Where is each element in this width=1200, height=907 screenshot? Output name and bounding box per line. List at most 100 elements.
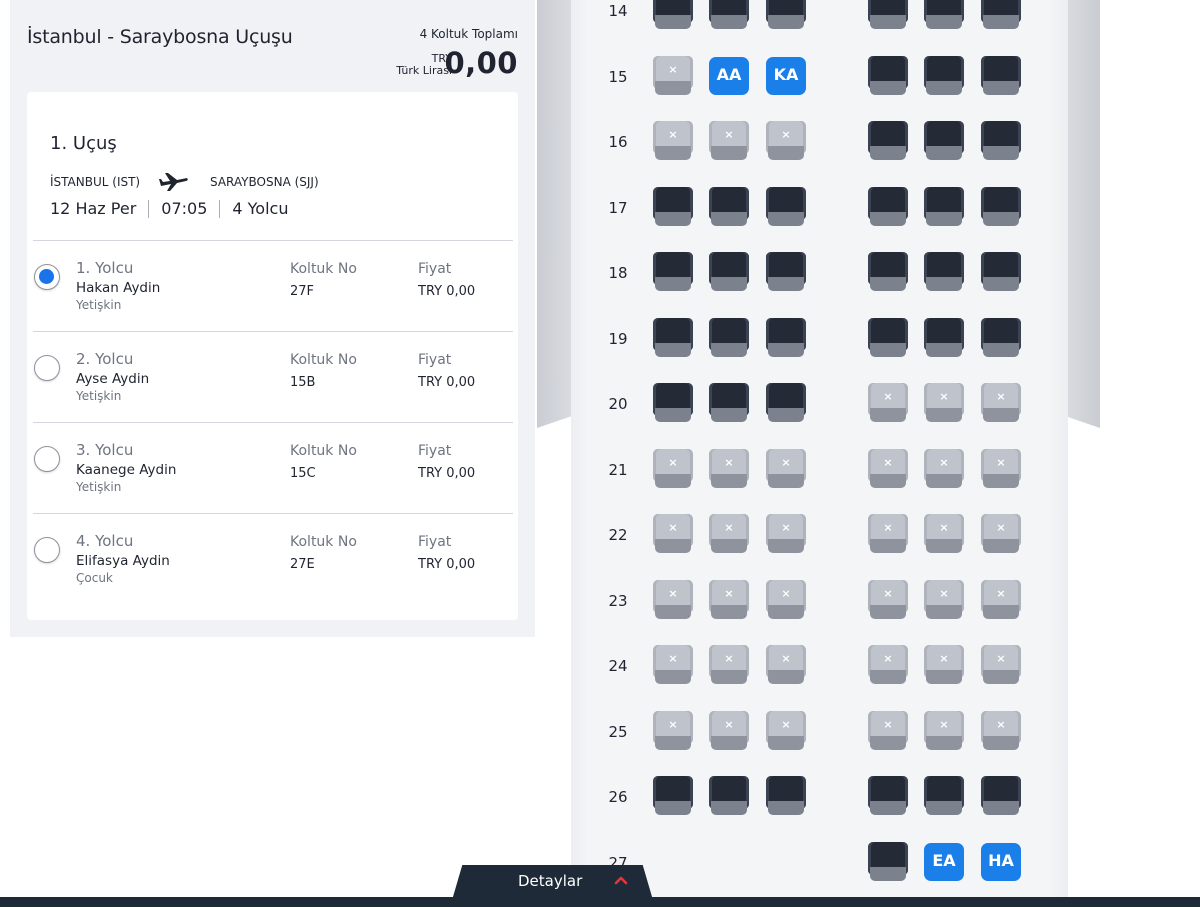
seat-initials: AA xyxy=(716,65,742,84)
price-value: TRY 0,00 xyxy=(418,375,476,390)
seat-unavailable-25C: × xyxy=(766,711,806,752)
passenger-radio[interactable] xyxy=(34,264,60,290)
seat-unavailable-23A: × xyxy=(653,580,693,621)
passenger-type: Yetişkin xyxy=(76,298,122,312)
unavailable-x-icon: × xyxy=(939,652,949,665)
seat-occupied-20B xyxy=(709,383,749,424)
unavailable-x-icon: × xyxy=(724,587,734,600)
seat-occupied-17C xyxy=(766,187,806,228)
seat-occupied-26A xyxy=(653,776,693,817)
unavailable-x-icon: × xyxy=(724,521,734,534)
unavailable-x-icon: × xyxy=(724,718,734,731)
price-value: TRY 0,00 xyxy=(418,557,476,572)
passenger-radio[interactable] xyxy=(34,537,60,563)
seat-unavailable-16B: × xyxy=(709,121,749,162)
seat-selected-27E[interactable]: EA xyxy=(924,843,964,884)
destination-airport: SARAYBOSNA (SJJ) xyxy=(210,175,319,189)
passenger-row[interactable]: 3. Yolcu Kaanege Aydin Yetişkin Koltuk N… xyxy=(33,422,513,514)
price-header: Fiyat xyxy=(418,443,452,459)
seat-occupied-26F xyxy=(981,776,1021,817)
unavailable-x-icon: × xyxy=(724,652,734,665)
unavailable-x-icon: × xyxy=(883,718,893,731)
seat-no-header: Koltuk No xyxy=(290,261,357,277)
unavailable-x-icon: × xyxy=(668,652,678,665)
passenger-row[interactable]: 4. Yolcu Elifasya Aydin Çocuk Koltuk No … xyxy=(33,513,513,605)
seat-unavailable-23E: × xyxy=(924,580,964,621)
row-number: 20 xyxy=(608,395,628,413)
price-value: TRY 0,00 xyxy=(418,466,476,481)
seat-occupied-18B xyxy=(709,252,749,293)
seat-occupied-17D xyxy=(868,187,908,228)
seat-unavailable-22F: × xyxy=(981,514,1021,555)
seat-occupied-17E xyxy=(924,187,964,228)
seat-occupied-17A xyxy=(653,187,693,228)
seat-initials: KA xyxy=(773,65,799,84)
unavailable-x-icon: × xyxy=(939,521,949,534)
seat-occupied-20C xyxy=(766,383,806,424)
flight-time: 07:05 xyxy=(161,199,208,218)
divider xyxy=(148,199,150,218)
unavailable-x-icon: × xyxy=(781,456,791,469)
seat-occupied-18F xyxy=(981,252,1021,293)
unavailable-x-icon: × xyxy=(724,128,734,141)
chevron-up-icon[interactable] xyxy=(614,874,628,886)
row-number: 24 xyxy=(608,657,628,675)
unavailable-x-icon: × xyxy=(668,456,678,469)
passenger-name: Elifasya Aydin xyxy=(76,553,170,569)
passenger-count: 4 Yolcu xyxy=(232,199,289,218)
passenger-name: Hakan Aydin xyxy=(76,280,161,296)
passenger-radio[interactable] xyxy=(34,446,60,472)
row-number: 17 xyxy=(608,199,628,217)
unavailable-x-icon: × xyxy=(996,521,1006,534)
flight-card: 1. Uçuş İSTANBUL (IST) SARAYBOSNA (SJJ) … xyxy=(27,92,518,620)
unavailable-x-icon: × xyxy=(883,652,893,665)
unavailable-x-icon: × xyxy=(939,456,949,469)
seat-initials: HA xyxy=(988,851,1014,870)
seat-selected-15B[interactable]: AA xyxy=(709,57,749,98)
origin-airport: İSTANBUL (IST) xyxy=(50,175,141,189)
price-value: TRY 0,00 xyxy=(418,284,476,299)
seat-occupied-19E xyxy=(924,318,964,359)
seat-unavailable-21F: × xyxy=(981,449,1021,490)
passenger-name: Ayse Aydin xyxy=(76,371,150,387)
unavailable-x-icon: × xyxy=(883,521,893,534)
seat-unavailable-21B: × xyxy=(709,449,749,490)
seat-no-value: 15B xyxy=(290,375,316,390)
unavailable-x-icon: × xyxy=(939,718,949,731)
unavailable-x-icon: × xyxy=(883,456,893,469)
seat-unavailable-23D: × xyxy=(868,580,908,621)
row-number: 25 xyxy=(608,723,628,741)
seat-unavailable-16C: × xyxy=(766,121,806,162)
price-header: Fiyat xyxy=(418,534,452,550)
unavailable-x-icon: × xyxy=(781,652,791,665)
price-header: Fiyat xyxy=(418,261,452,277)
seat-occupied-15E xyxy=(924,56,964,97)
price-header: Fiyat xyxy=(418,352,452,368)
row-number: 15 xyxy=(608,68,628,86)
passenger-row[interactable]: 2. Yolcu Ayse Aydin Yetişkin Koltuk No 1… xyxy=(33,331,513,423)
seat-occupied-17F xyxy=(981,187,1021,228)
passenger-row[interactable]: 1. Yolcu Hakan Aydin Yetişkin Koltuk No … xyxy=(33,240,513,332)
seat-unavailable-22B: × xyxy=(709,514,749,555)
seat-unavailable-25F: × xyxy=(981,711,1021,752)
unavailable-x-icon: × xyxy=(781,718,791,731)
passenger-type: Yetişkin xyxy=(76,389,122,403)
seat-total-label: 4 Koltuk Toplamı xyxy=(419,27,518,41)
seat-occupied-14E xyxy=(924,0,964,31)
seat-selected-15C[interactable]: KA xyxy=(766,57,806,98)
seat-no-value: 27E xyxy=(290,557,315,572)
seat-initials: EA xyxy=(932,851,956,870)
seat-occupied-14D xyxy=(868,0,908,31)
unavailable-x-icon: × xyxy=(939,390,949,403)
seat-selected-27F[interactable]: HA xyxy=(981,843,1021,884)
seat-unavailable-20E: × xyxy=(924,383,964,424)
unavailable-x-icon: × xyxy=(668,63,678,76)
seat-occupied-26E xyxy=(924,776,964,817)
seat-occupied-14C xyxy=(766,0,806,31)
details-label[interactable]: Detaylar xyxy=(518,872,582,890)
flight-date: 12 Haz Per xyxy=(50,199,137,218)
seat-occupied-19A xyxy=(653,318,693,359)
seat-unavailable-16A: × xyxy=(653,121,693,162)
passenger-radio[interactable] xyxy=(34,355,60,381)
seat-occupied-26C xyxy=(766,776,806,817)
